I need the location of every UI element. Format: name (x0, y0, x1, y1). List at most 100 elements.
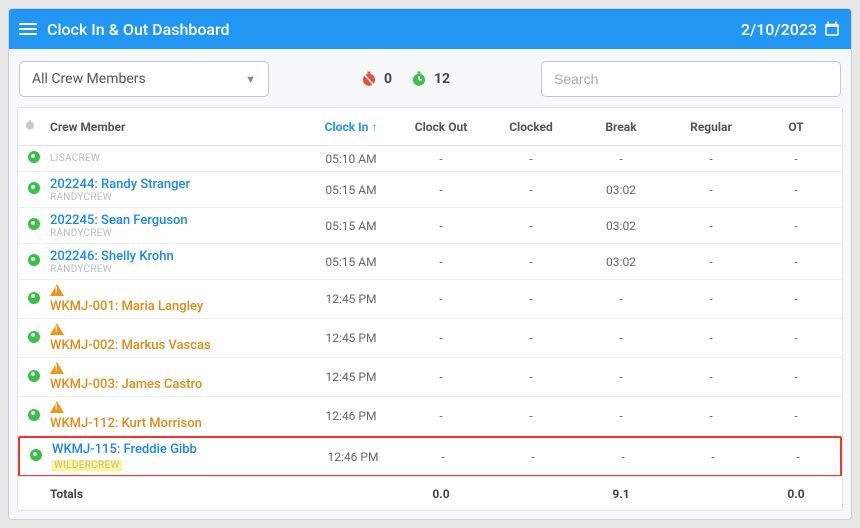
table-row[interactable]: 202244: Randy StrangerRANDYCREW05:15 AM-… (18, 172, 842, 208)
table-row[interactable]: WKMJ-112: Kurt Morrison12:46 PM----- (18, 397, 842, 436)
cell-clocked: - (486, 219, 576, 233)
out-count-value: 0 (384, 71, 392, 87)
member-name-link[interactable]: 202245: Sean Ferguson (50, 213, 302, 228)
cell-break: 03:02 (576, 219, 666, 233)
cell-ot: - (756, 152, 836, 166)
col-clock-out[interactable]: Clock Out (396, 120, 486, 134)
table-body[interactable]: LISACREW05:10 AM-----202244: Randy Stran… (18, 146, 842, 476)
status-cell (18, 370, 46, 385)
cell-clocked: - (486, 255, 576, 269)
status-cell (18, 254, 46, 269)
app-header: Clock In & Out Dashboard 2/10/2023 (9, 9, 851, 49)
search-input[interactable] (541, 61, 841, 97)
cell-clock-in: 05:10 AM (306, 152, 396, 166)
status-active-icon (28, 331, 40, 343)
cell-regular: - (666, 152, 756, 166)
cell-break: - (576, 152, 666, 166)
col-clock-in[interactable]: Clock In ↑ (306, 120, 396, 134)
cell-clocked: - (488, 450, 578, 464)
cell-ot: - (756, 292, 836, 306)
member-name-link[interactable]: WKMJ-001: Maria Langley (50, 299, 302, 314)
cell-ot: - (758, 450, 838, 464)
table-row[interactable]: 202245: Sean FergusonRANDYCREW05:15 AM--… (18, 208, 842, 244)
cell-break: - (578, 450, 668, 464)
col-crew-member[interactable]: Crew Member (46, 120, 306, 134)
status-active-icon (28, 254, 40, 266)
cell-ot: - (756, 331, 836, 345)
member-cell: WKMJ-002: Markus Vascas (46, 323, 306, 353)
cell-clock-out: - (396, 409, 486, 423)
cell-break: 03:02 (576, 183, 666, 197)
cell-regular: - (666, 292, 756, 306)
member-cell: WKMJ-115: Freddie Gibb WILDERCREW (48, 442, 308, 471)
col-ot[interactable]: OT (756, 120, 836, 134)
member-cell: 202246: Shelly KrohnRANDYCREW (46, 249, 306, 275)
member-cell: LISACREW (46, 153, 306, 164)
status-cell (18, 182, 46, 197)
cell-clock-in: 12:45 PM (306, 292, 396, 306)
cell-break: - (576, 292, 666, 306)
member-cell: 202244: Randy StrangerRANDYCREW (46, 177, 306, 203)
header-date[interactable]: 2/10/2023 (741, 20, 817, 39)
cell-regular: - (666, 255, 756, 269)
col-clocked[interactable]: Clocked (486, 120, 576, 134)
table-row[interactable]: 202246: Shelly KrohnRANDYCREW05:15 AM--0… (18, 244, 842, 280)
member-name-link[interactable]: 202246: Shelly Krohn (50, 249, 302, 264)
cell-break: - (576, 370, 666, 384)
cell-clocked: - (486, 292, 576, 306)
cell-regular: - (668, 450, 758, 464)
col-break[interactable]: Break (576, 120, 666, 134)
table-row[interactable]: WKMJ-115: Freddie Gibb WILDERCREW 12:46 PM… (18, 436, 842, 476)
hamburger-menu-icon[interactable] (19, 20, 37, 38)
crew-filter-select[interactable]: All Crew Members ▼ (19, 61, 269, 97)
col-regular[interactable]: Regular (666, 120, 756, 134)
member-cell: 202245: Sean FergusonRANDYCREW (46, 213, 306, 239)
cell-regular: - (666, 331, 756, 345)
member-name-link[interactable]: WKMJ-002: Markus Vascas (50, 338, 302, 353)
totals-label: Totals (46, 487, 306, 501)
cell-clock-out: - (396, 152, 486, 166)
chevron-down-icon: ▼ (245, 73, 256, 86)
warning-icon (50, 284, 64, 296)
cell-clock-in: 12:46 PM (308, 450, 398, 464)
sort-arrow-up-icon: ↑ (371, 120, 377, 134)
status-cell (18, 292, 46, 307)
in-count-value: 12 (434, 71, 450, 87)
table-row[interactable]: WKMJ-002: Markus Vascas12:45 PM----- (18, 319, 842, 358)
clocked-out-count: 0 (360, 70, 392, 88)
table-row[interactable]: WKMJ-003: James Castro12:45 PM----- (18, 358, 842, 397)
cell-clocked: - (486, 183, 576, 197)
member-name-link[interactable]: 202244: Randy Stranger (50, 177, 302, 192)
cell-clock-out: - (398, 450, 488, 464)
cell-clock-in: 12:46 PM (306, 409, 396, 423)
status-cell (18, 218, 46, 233)
col-clock-in-label: Clock In (325, 120, 369, 134)
calendar-icon[interactable] (823, 20, 841, 38)
crew-filter-label: All Crew Members (32, 71, 146, 87)
totals-clock-out: 0.0 (396, 487, 486, 501)
table-header: Crew Member Clock In ↑ Clock Out Clocked… (18, 108, 842, 146)
clocked-in-count: 12 (410, 70, 450, 88)
cell-clock-out: - (396, 292, 486, 306)
member-name-link[interactable]: WKMJ-003: James Castro (50, 377, 302, 392)
member-cell: WKMJ-112: Kurt Morrison (46, 401, 306, 431)
table-row[interactable]: LISACREW05:10 AM----- (18, 146, 842, 172)
status-cell (18, 409, 46, 424)
cell-ot: - (756, 183, 836, 197)
cell-regular: - (666, 370, 756, 384)
member-crew-label: RANDYCREW (50, 264, 302, 275)
status-active-icon (30, 449, 42, 461)
member-crew-label: WILDERCREW (52, 460, 122, 471)
table-row[interactable]: WKMJ-001: Maria Langley12:45 PM----- (18, 280, 842, 319)
cell-ot: - (756, 255, 836, 269)
crew-table: Crew Member Clock In ↑ Clock Out Clocked… (17, 107, 843, 511)
cell-regular: - (666, 219, 756, 233)
member-name-link[interactable]: WKMJ-115: Freddie Gibb (52, 442, 304, 457)
cell-clock-in: 05:15 AM (306, 255, 396, 269)
status-header (18, 119, 46, 134)
cell-clock-in: 12:45 PM (306, 370, 396, 384)
member-name-link[interactable]: WKMJ-112: Kurt Morrison (50, 416, 302, 431)
totals-ot: 0.0 (756, 487, 836, 501)
status-active-icon (28, 292, 40, 304)
cell-clocked: - (486, 152, 576, 166)
